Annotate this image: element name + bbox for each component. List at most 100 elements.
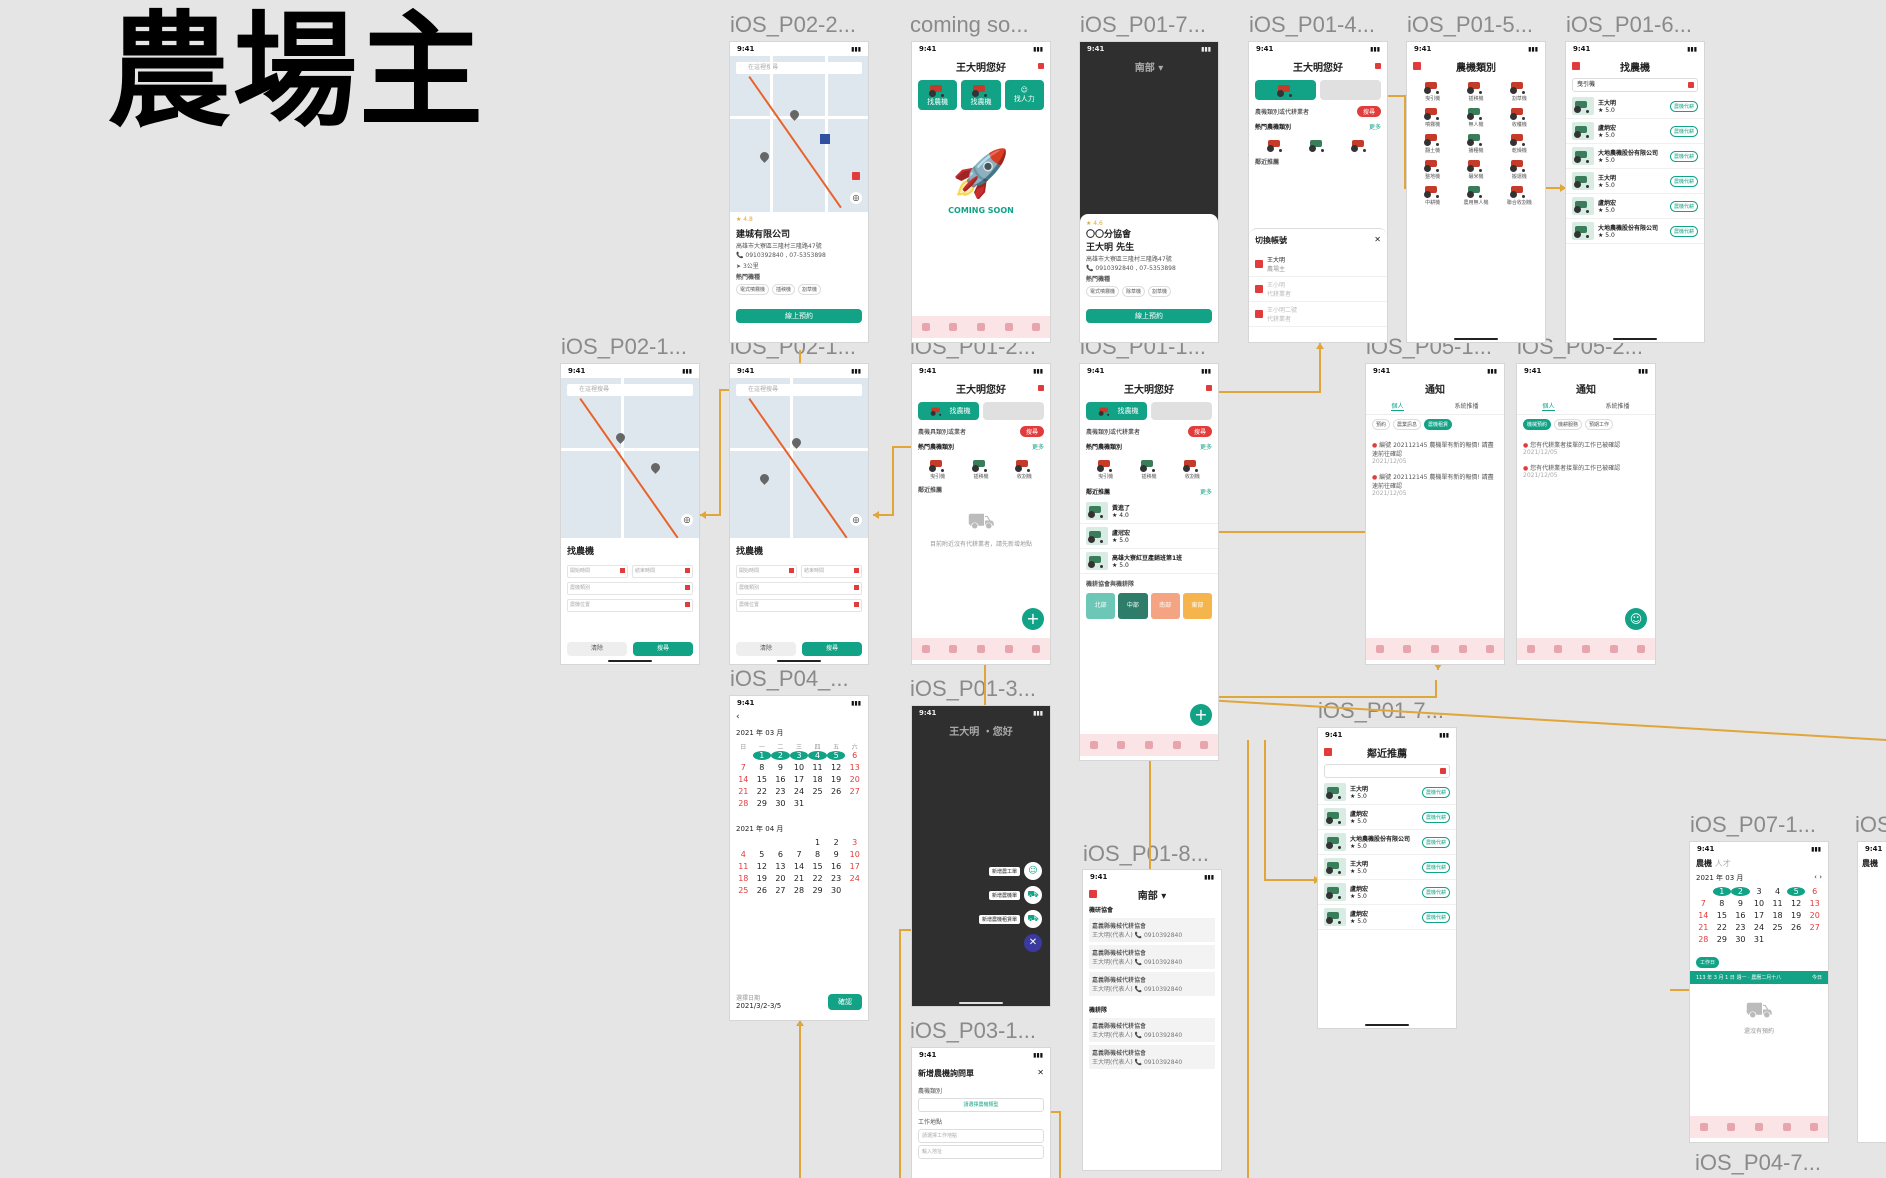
category-item[interactable]: 插秧機 — [1456, 80, 1495, 102]
calendar-day[interactable]: 2 — [771, 751, 790, 760]
search-input[interactable] — [1324, 764, 1450, 778]
tab-icon[interactable] — [1172, 741, 1181, 749]
region-select[interactable]: 南部 ▾ — [1080, 56, 1218, 76]
calendar-day[interactable]: 12 — [827, 763, 846, 772]
tab-icon[interactable] — [1754, 1123, 1763, 1131]
calendar-day[interactable]: 14 — [734, 775, 753, 784]
tab-icon[interactable] — [1032, 645, 1041, 653]
calendar-day[interactable]: 19 — [827, 775, 846, 784]
calendar-day[interactable]: 5 — [753, 850, 772, 859]
result-row[interactable]: 大地農機股份有限公司 ★ 5.0 農機代耕 — [1566, 219, 1704, 244]
filter-chip[interactable]: 機械預約 — [1523, 419, 1552, 430]
end-time-field[interactable]: 結束時間 — [632, 565, 693, 578]
machine-location-field[interactable]: 農機位置 — [736, 599, 862, 612]
calendar-day[interactable]: 1 — [808, 838, 827, 847]
calendar-day[interactable]: 23 — [771, 787, 790, 796]
filter-chip[interactable]: 預期工作 — [1585, 419, 1614, 430]
chevron-icons[interactable]: ‹ › — [1814, 873, 1822, 883]
calendar-day[interactable]: 22 — [808, 874, 827, 883]
account-row[interactable]: 王大明 農場主 — [1249, 252, 1387, 277]
hot-item[interactable]: 曳引機 — [918, 458, 957, 480]
calendar-day[interactable]: 19 — [753, 874, 772, 883]
chip-find-machine[interactable] — [1255, 80, 1316, 100]
calendar-day[interactable]: 9 — [827, 850, 846, 859]
calendar-day[interactable]: 24 — [845, 874, 864, 883]
calendar-day[interactable]: 16 — [1731, 911, 1750, 920]
machine-location-field[interactable]: 農機位置 — [567, 599, 693, 612]
calendar-day[interactable]: 15 — [808, 862, 827, 871]
search-input[interactable]: 在這裡搜尋 — [567, 384, 693, 396]
back-icon[interactable] — [1572, 62, 1580, 70]
category-item[interactable]: 中耕機 — [1413, 184, 1452, 206]
result-row[interactable]: 盧炳宏 ★ 5.0 農機代耕 — [1318, 880, 1456, 905]
calendar-day[interactable]: 16 — [827, 862, 846, 871]
search-input[interactable]: 曳引機 — [1572, 78, 1698, 92]
calendar-day[interactable]: 29 — [1713, 935, 1732, 944]
calendar-day[interactable]: 1 — [752, 751, 772, 760]
map-pin-icon[interactable] — [758, 150, 771, 163]
category-item[interactable]: 搬運機 — [1500, 158, 1539, 180]
more-link[interactable]: 更多 — [1200, 442, 1212, 451]
calendar-day[interactable]: 21 — [734, 787, 753, 796]
search-bar[interactable]: 農機類別或代耕業者 搜尋 — [1249, 104, 1387, 119]
calendar-day[interactable]: 14 — [1694, 911, 1713, 920]
calendar-day[interactable]: 4 — [808, 751, 827, 760]
calendar-day[interactable]: 2 — [1731, 887, 1750, 896]
tab-icon[interactable] — [1810, 1123, 1819, 1131]
tab-icon[interactable] — [1637, 645, 1646, 653]
category-item[interactable]: 噴霧機 — [1413, 106, 1452, 128]
harvester-icon[interactable] — [1350, 138, 1370, 152]
tab-icon[interactable] — [1458, 645, 1467, 653]
tab-icon[interactable] — [1486, 645, 1495, 653]
calendar-day[interactable]: 4 — [734, 850, 753, 859]
calendar-day[interactable]: 11 — [808, 763, 827, 772]
tab-icon[interactable] — [1032, 323, 1041, 331]
calendar-day[interactable]: 11 — [1768, 899, 1787, 908]
calendar-day[interactable]: 17 — [790, 775, 809, 784]
result-row[interactable]: 大地農機股份有限公司 ★ 5.0 農機代耕 — [1318, 830, 1456, 855]
hot-item[interactable]: 插秧機 — [1129, 458, 1168, 480]
result-row[interactable]: 王大明 ★ 5.0 農機代耕 — [1566, 94, 1704, 119]
region-card-north[interactable]: 北部 — [1086, 593, 1116, 619]
tab-icon[interactable] — [1375, 645, 1384, 653]
hot-item[interactable]: 收割機 — [1005, 458, 1044, 480]
calendar-day[interactable]: 26 — [1787, 923, 1806, 932]
more-link[interactable]: 更多 — [1369, 122, 1381, 131]
day-grid[interactable]: 1 2 3 4 5 6 7 8 9 10 11 12 13 14 15 16 17 18 19 20 21 22 23 24 2… — [1694, 887, 1824, 944]
calendar-day[interactable]: 20 — [771, 874, 790, 883]
calendar-day[interactable]: 16 — [771, 775, 790, 784]
category-item[interactable]: 曳引機 — [1413, 80, 1452, 102]
calendar-day[interactable]: 4 — [1768, 887, 1787, 896]
org-card[interactable]: 嘉義縣機械代耕協會 王大明(代表人) 📞 0910392840 — [1089, 918, 1215, 942]
bell-icon[interactable] — [1038, 385, 1044, 391]
calendar-day[interactable]: 29 — [808, 886, 827, 895]
tab-icon[interactable] — [1727, 1123, 1736, 1131]
locate-icon[interactable]: ◎ — [850, 514, 862, 526]
hot-item[interactable]: 插秧機 — [961, 458, 1000, 480]
calendar-day[interactable]: 20 — [845, 775, 864, 784]
tab-icon[interactable] — [1403, 645, 1412, 653]
category-item[interactable]: 割草機 — [1500, 80, 1539, 102]
search-input[interactable]: 在這裡搜尋 — [736, 62, 862, 74]
calendar-day[interactable]: 22 — [753, 787, 772, 796]
account-row[interactable]: 王小明 代耕業者 — [1249, 277, 1387, 302]
confirm-button[interactable]: 確認 — [828, 994, 862, 1010]
search-bar[interactable]: 農機類別或代耕業者 搜尋 — [1080, 424, 1218, 439]
calendar-day[interactable]: 30 — [771, 799, 790, 808]
chip-find-labor[interactable] — [1320, 80, 1381, 100]
calendar-day[interactable]: 3 — [1750, 887, 1769, 896]
calendar-day[interactable]: 21 — [790, 874, 809, 883]
org-card[interactable]: 嘉義縣機械代耕協會 王大明(代表人) 📞 0910392840 — [1089, 1045, 1215, 1069]
calendar-day[interactable]: 5 — [1786, 887, 1806, 896]
machine-type-field[interactable]: 農機類別 — [567, 582, 693, 595]
filter-chip[interactable]: 農機租賃 — [1424, 419, 1453, 430]
calendar-day[interactable]: 26 — [827, 787, 846, 796]
calendar-day[interactable]: 27 — [771, 886, 790, 895]
search-icon[interactable] — [1688, 82, 1694, 88]
menu-item[interactable]: 新增農機租賃單 ⛟ — [978, 910, 1042, 928]
tab-icon[interactable] — [1089, 741, 1098, 749]
locate-icon[interactable]: ◎ — [850, 192, 862, 204]
notification-item[interactable]: ● 您有代耕業者接單的工作已被確認 2021/12/05 — [1517, 457, 1655, 480]
region-card-east[interactable]: 東部 — [1182, 593, 1212, 619]
filter-chip[interactable]: 農業訊息 — [1393, 419, 1422, 430]
